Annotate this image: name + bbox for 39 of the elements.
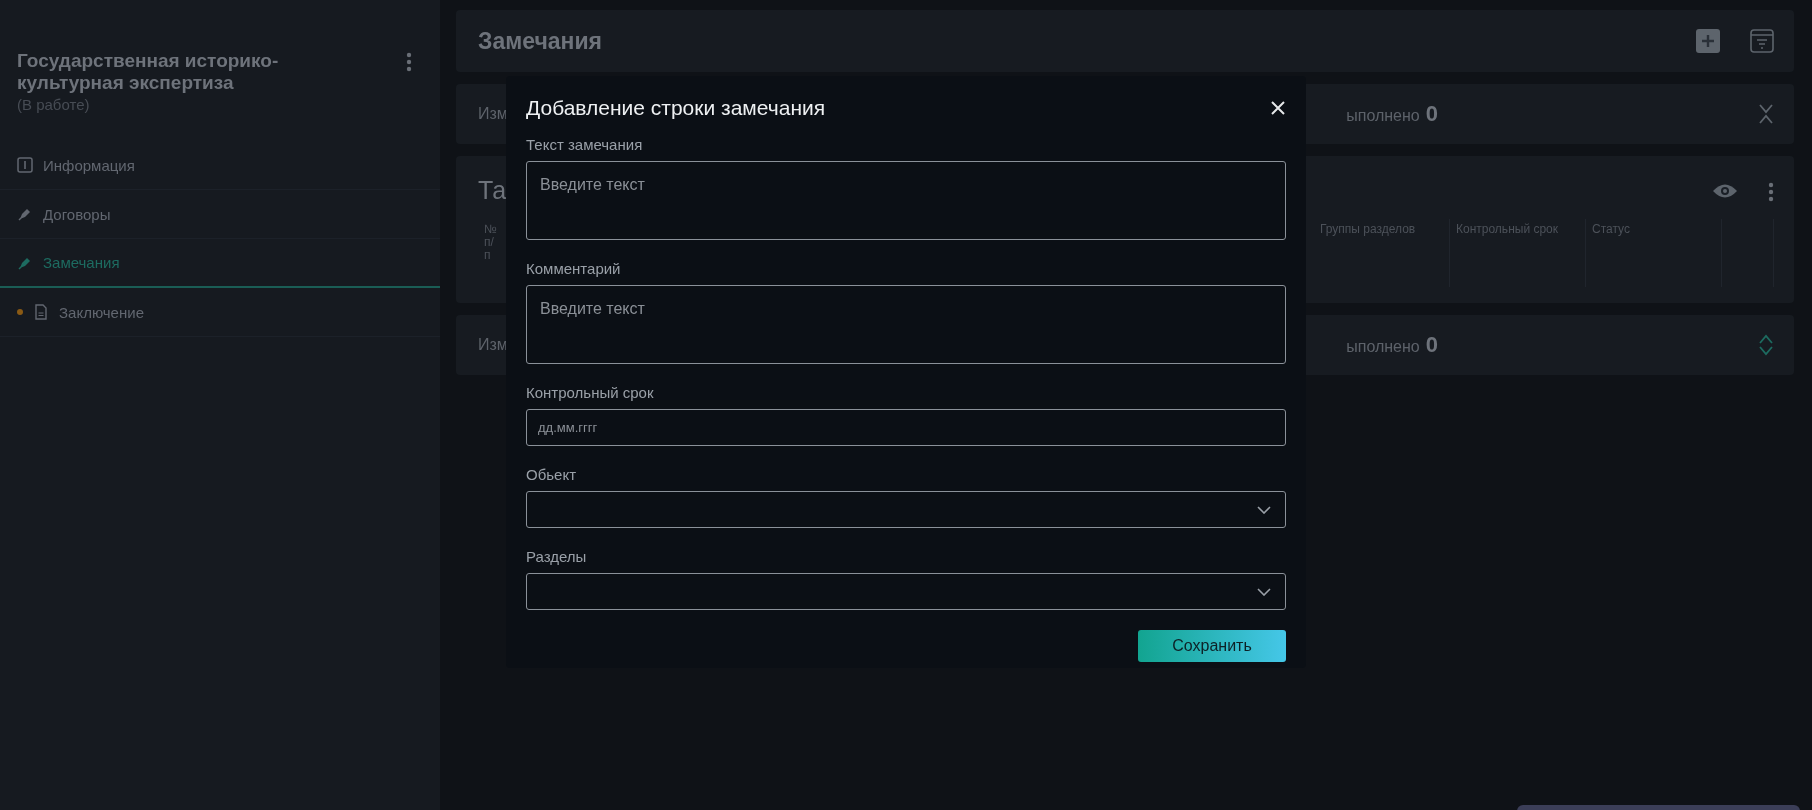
page-title: Замечания xyxy=(478,27,603,55)
collapse-icon[interactable] xyxy=(1758,103,1774,125)
chevron-down-icon xyxy=(1257,505,1271,514)
field-label: Контрольный срок xyxy=(526,384,655,401)
dropdown[interactable] xyxy=(526,573,1286,610)
expand-icon[interactable] xyxy=(1758,334,1774,356)
nav-item[interactable]: Информация xyxy=(0,141,440,190)
dialog-title: Добавление строки замечания xyxy=(526,96,826,120)
more-icon[interactable] xyxy=(406,52,412,72)
done-label: ыполнено xyxy=(1346,338,1420,356)
text-area[interactable]: Введите текст xyxy=(526,285,1286,364)
nav-item[interactable]: Замечания xyxy=(0,239,440,288)
nav-item[interactable]: Договоры xyxy=(0,190,440,239)
filter-icon[interactable] xyxy=(1750,29,1774,53)
date-field[interactable]: дд.мм.гггг xyxy=(526,409,1286,446)
pen-icon xyxy=(17,206,33,222)
dropdown[interactable] xyxy=(526,491,1286,528)
done-count: 0 xyxy=(1425,332,1438,358)
table-title: Та xyxy=(478,176,507,205)
add-icon[interactable] xyxy=(1696,29,1720,53)
document-icon xyxy=(33,304,49,320)
field-label: Обьект xyxy=(526,466,578,483)
done-label: ыполнено xyxy=(1346,107,1420,125)
field-label: Текст замечания xyxy=(526,136,644,153)
chevron-down-icon xyxy=(1257,587,1271,596)
column-header: Группы разделов xyxy=(1314,219,1450,287)
save-button[interactable]: Сохранить xyxy=(1138,630,1286,662)
more-icon[interactable] xyxy=(1768,181,1774,202)
project-title: Государственная историко-культурная экспертиза xyxy=(17,50,280,94)
column-header: Статус xyxy=(1586,219,1722,287)
text-area[interactable]: Введите текст xyxy=(526,161,1286,240)
nav-item[interactable]: Заключение xyxy=(0,288,440,337)
column-header: Контрольный срок xyxy=(1450,219,1586,287)
info-icon xyxy=(17,157,33,173)
field-label: Разделы xyxy=(526,548,588,565)
done-count: 0 xyxy=(1425,101,1438,127)
status-dot xyxy=(17,309,23,315)
close-icon[interactable] xyxy=(1270,100,1286,116)
field-label: Комментарий xyxy=(526,260,622,277)
